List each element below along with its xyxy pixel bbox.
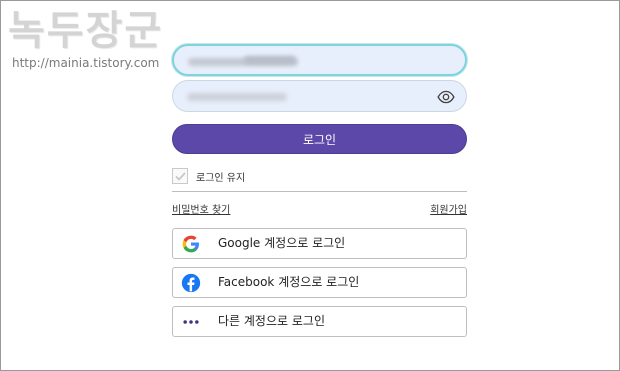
blurred-id-text-strong bbox=[244, 56, 296, 64]
facebook-login-label: Facebook 계정으로 로그인 bbox=[218, 275, 360, 289]
watermark-title: 녹두장군 bbox=[8, 8, 164, 54]
google-login-label: Google 계정으로 로그인 bbox=[218, 236, 346, 250]
check-icon bbox=[174, 171, 186, 181]
remember-label: 로그인 유지 bbox=[196, 172, 246, 184]
id-input[interactable] bbox=[172, 44, 467, 76]
google-icon bbox=[182, 235, 199, 253]
facebook-login-button[interactable]: Facebook 계정으로 로그인 bbox=[172, 267, 467, 298]
eye-icon[interactable] bbox=[436, 88, 456, 106]
watermark: 녹두장군 http://mainia.tistory.com bbox=[8, 8, 163, 70]
remember-checkbox[interactable] bbox=[172, 168, 188, 184]
other-login-label: 다른 계정으로 로그인 bbox=[218, 314, 325, 328]
blurred-password-text bbox=[187, 93, 287, 101]
watermark-url: http://mainia.tistory.com bbox=[12, 56, 160, 70]
login-button[interactable]: 로그인 bbox=[172, 124, 467, 154]
divider bbox=[172, 191, 467, 192]
password-input[interactable] bbox=[172, 80, 467, 112]
more-dots-icon bbox=[183, 320, 199, 324]
facebook-icon bbox=[181, 273, 201, 293]
other-login-button[interactable]: 다른 계정으로 로그인 bbox=[172, 306, 467, 337]
google-login-button[interactable]: Google 계정으로 로그인 bbox=[172, 228, 467, 259]
find-password-link[interactable]: 비밀번호 찾기 bbox=[172, 201, 230, 216]
signup-link[interactable]: 회원가입 bbox=[430, 201, 467, 216]
remember-me[interactable]: 로그인 유지 bbox=[172, 167, 245, 185]
